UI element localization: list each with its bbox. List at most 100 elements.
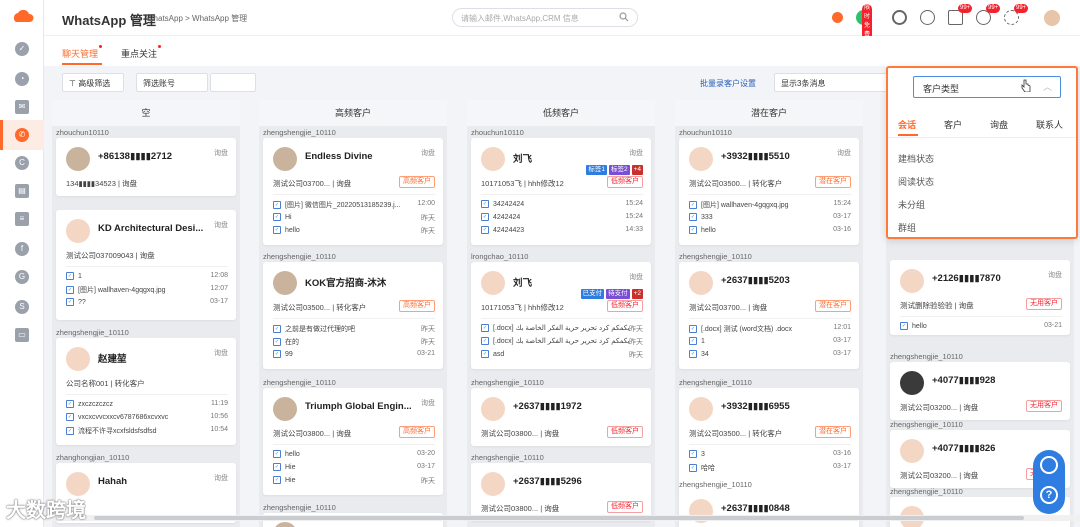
help-icon[interactable]: ? (1040, 486, 1058, 504)
contact-name[interactable]: 刘飞 (513, 151, 532, 165)
customer-label[interactable]: 标签2 (608, 165, 630, 175)
customer-type-tag[interactable]: 无用客户 (1026, 298, 1062, 310)
message-row[interactable]: ✓ 333 03-17 (689, 213, 851, 224)
message-row[interactable]: ✓ 3 03-16 (689, 450, 851, 461)
advanced-filter-button[interactable]: ⊤ 高级筛选 (62, 73, 124, 92)
customer-type-tag[interactable]: 无用客户 (1026, 400, 1062, 412)
message-row[interactable]: ✓ [.docx] يكمكم كرد تحرير حرية الفكر الخا… (481, 324, 643, 335)
message-row[interactable]: ✓ 之前是有做过代理的吧 昨天 (273, 324, 435, 335)
google-icon[interactable]: G (15, 270, 29, 284)
whatsapp-icon[interactable]: ✆ (15, 128, 29, 142)
message-row[interactable]: ✓ Hi 昨天 (273, 213, 435, 224)
document-icon[interactable]: ▤ (15, 184, 29, 198)
message-row[interactable]: ✓ 在的 昨天 (273, 337, 435, 348)
option-group[interactable]: 群组 (898, 221, 916, 234)
contact-avatar[interactable] (273, 271, 297, 295)
chat-card[interactable]: +86138▮▮▮▮2712 询盘 134▮▮▮▮34523 | 询盘 (56, 138, 236, 196)
filter-account-select[interactable]: 筛选账号 (136, 73, 208, 92)
customer-type-tag[interactable]: 低频客户 (607, 426, 643, 438)
chat-card[interactable]: +2637▮▮▮▮0848 (679, 490, 859, 527)
customer-type-tag[interactable]: 高频客户 (399, 300, 435, 312)
facebook-header-icon[interactable] (920, 10, 935, 25)
message-row[interactable]: ✓ 4242424 15:24 (481, 213, 643, 224)
message-row[interactable]: ✓ 1 12:08 (66, 272, 228, 283)
box-icon[interactable]: ▭ (15, 328, 29, 342)
customer-label[interactable]: 标签1 (586, 165, 607, 175)
contact-avatar[interactable] (481, 397, 505, 421)
dashboard-icon[interactable]: ✓ (15, 42, 29, 56)
chat-card[interactable]: Endless Divine 询盘 测试公司03700... | 询盘 高频客户 ✓ [图… (263, 138, 443, 245)
customer-label[interactable]: +2 (631, 289, 643, 299)
contact-avatar[interactable] (689, 271, 713, 295)
message-row[interactable]: ✓ 哈哈 03-17 (689, 463, 851, 474)
dropdown-tab-inquiry[interactable]: 询盘 (990, 118, 1008, 131)
message-row[interactable]: ✓ [图片] wallhaven-4gqgxq.jpg 15:24 (689, 200, 851, 211)
contact-name[interactable]: +3932▮▮▮▮5510 (721, 151, 790, 162)
contact-name[interactable]: +4077▮▮▮▮826 (932, 443, 995, 454)
chat-card[interactable]: 刘飞 询盘 已支付 待支付 +2 10171053飞 | hhh修改12 低频客户 ✓ [.do… (471, 262, 651, 369)
contact-name[interactable]: +2637▮▮▮▮5296 (513, 476, 582, 487)
seo-icon[interactable]: S (15, 300, 29, 314)
contact-name[interactable]: Hahah (98, 476, 127, 487)
option-read-status[interactable]: 阅读状态 (898, 175, 934, 188)
message-row[interactable]: ✓ hello 03-16 (689, 226, 851, 237)
message-row[interactable]: ✓ vxcxcvvcxxcv6787686xcvxvc 10:56 (66, 413, 228, 424)
user-avatar[interactable] (1044, 10, 1060, 26)
batch-settings-link[interactable]: 批量录客户设置 (700, 78, 756, 89)
customer-type-tag[interactable]: 潜在客户 (815, 300, 851, 312)
message-row[interactable]: ✓ 1 03-17 (689, 337, 851, 348)
message-row[interactable]: ✓ hello 03-21 (900, 322, 1062, 333)
dropdown-tab-customer[interactable]: 客户 (944, 118, 962, 131)
contact-name[interactable]: Endless Divine (305, 151, 373, 162)
message-row[interactable]: ✓ 99 03-21 (273, 350, 435, 361)
customer-label[interactable]: +4 (631, 165, 643, 175)
contact-name[interactable]: 赵建堃 (98, 351, 127, 365)
headset-icon[interactable] (892, 10, 907, 25)
message-row[interactable]: ✓ [.docx] يكمكم كرد تحرير حرية الفكر الخا… (481, 337, 643, 348)
contact-name[interactable]: +86138▮▮▮▮2712 (98, 151, 172, 162)
customer-type-select[interactable]: 客户类型 ︿ (913, 76, 1061, 98)
contact-avatar[interactable] (900, 269, 924, 293)
message-row[interactable]: ✓ 42424423 14:33 (481, 226, 643, 237)
contact-avatar[interactable] (689, 147, 713, 171)
chat-card[interactable]: +2637▮▮▮▮5203 测试公司03700... | 询盘 潜在客户 ✓ [.doc… (679, 262, 859, 369)
contact-name[interactable]: +2637▮▮▮▮5203 (721, 275, 790, 286)
message-row[interactable]: ✓ 34 03-17 (689, 350, 851, 361)
chat-card[interactable]: 赵建堃 询盘 公司名称001 | 转化客户 ✓ zxczczczcz 11:19 ✓ vxcx… (56, 338, 236, 445)
contact-avatar[interactable] (900, 371, 924, 395)
message-row[interactable]: ✓?? 03-17 (66, 298, 228, 309)
message-row[interactable]: ✓ Hie 03-17 (273, 463, 435, 474)
message-row[interactable]: ✓ [图片] wallhaven-4gqgxq.jpg 12:07 (66, 285, 228, 296)
app-logo-icon[interactable] (12, 8, 34, 26)
chat-card[interactable]: +4077▮▮▮▮928 测试公司03200... | 询盘 无用客户 (890, 362, 1070, 420)
mail-icon[interactable]: ✉ (15, 100, 29, 114)
contact-name[interactable]: Triumph Global Engin... (305, 401, 412, 412)
breadcrumb[interactable]: WhatsApp > WhatsApp 管理 (146, 13, 247, 24)
message-row[interactable]: ✓ hello 昨天 (273, 226, 435, 237)
dropdown-tab-contact[interactable]: 联系人 (1036, 118, 1063, 131)
message-row[interactable]: ✓ Hie 昨天 (273, 476, 435, 487)
crm-icon[interactable]: C (15, 156, 29, 170)
contact-avatar[interactable] (481, 147, 505, 171)
chat-card[interactable]: +3932▮▮▮▮5510 询盘 测试公司03500... | 转化客户 潜在客户 ✓ [… (679, 138, 859, 245)
message-row[interactable]: ✓ 34242424 15:24 (481, 200, 643, 211)
option-ungrouped[interactable]: 未分组 (898, 198, 925, 211)
contact-avatar[interactable] (66, 147, 90, 171)
customer-service-icon[interactable] (1040, 456, 1058, 474)
message-row[interactable]: ✓ asd 昨天 (481, 350, 643, 361)
chat-card[interactable]: KD Architectural Desi... 询盘 测试公司037009043 … (56, 210, 236, 320)
contact-avatar[interactable] (66, 219, 90, 243)
customer-label[interactable]: 已支付 (580, 289, 605, 299)
contact-avatar[interactable] (481, 271, 505, 295)
chat-card[interactable]: +2126▮▮▮▮7870 询盘 测试删除验验验 | 询盘 无用客户 ✓ hello 03-… (890, 260, 1070, 335)
contact-name[interactable]: KOK官方招商-沐沐 (305, 275, 386, 289)
search-icon[interactable] (619, 12, 629, 22)
show-messages-select[interactable]: 显示3条消息 (774, 73, 898, 92)
customer-type-tag[interactable]: 潜在客户 (815, 426, 851, 438)
contact-name[interactable]: +4077▮▮▮▮928 (932, 375, 995, 386)
option-filing-status[interactable]: 建档状态 (898, 152, 934, 165)
scrollbar-thumb[interactable] (94, 516, 1024, 520)
contact-avatar[interactable] (66, 347, 90, 371)
chat-card[interactable]: +2637▮▮▮▮5296 测试公司03800... | 询盘 低频客户 (471, 463, 651, 521)
customer-type-tag[interactable]: 高频客户 (399, 426, 435, 438)
